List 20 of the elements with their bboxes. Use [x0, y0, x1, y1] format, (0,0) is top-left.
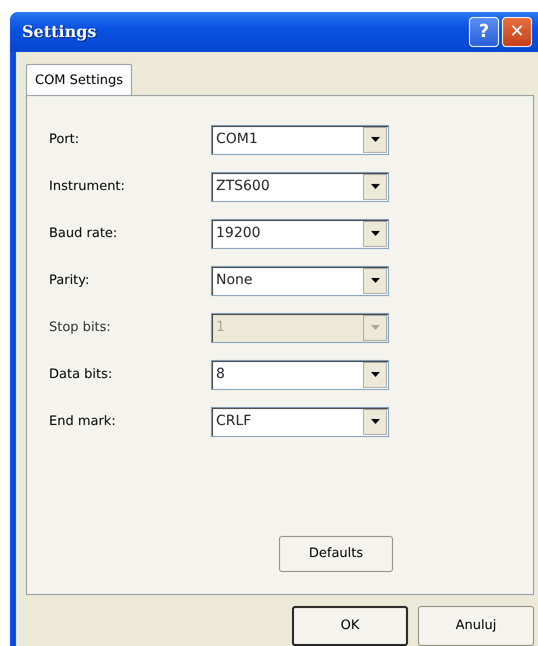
field-label: Data bits: [49, 366, 114, 384]
field-label: Baud rate: [49, 224, 118, 243]
dialog-button[interactable]: Anuluj [418, 606, 534, 646]
dropdown-field[interactable]: 19200 [211, 218, 389, 248]
dropdown-field[interactable]: 8 [211, 360, 389, 390]
close-button[interactable]: ✕ [502, 16, 532, 47]
field-label: Stop bits: [49, 318, 112, 337]
tab[interactable]: COM Settings [26, 64, 132, 95]
field-label: Parity: [49, 272, 90, 290]
dropdown-field[interactable]: ZTS600 [211, 172, 389, 202]
dropdown-field[interactable]: None [211, 266, 389, 296]
field-label: Port: [49, 130, 80, 149]
help-button[interactable]: ? [469, 16, 499, 47]
dropdown-field[interactable]: CRLF [211, 406, 389, 436]
field-label: End mark: [49, 412, 117, 431]
window-title: Settings [21, 20, 98, 43]
dropdown-field[interactable]: COM1 [211, 124, 389, 154]
field-label: Instrument: [49, 178, 126, 196]
defaults-button[interactable]: Defaults [279, 536, 393, 572]
dialog-button[interactable]: OK [292, 606, 408, 646]
